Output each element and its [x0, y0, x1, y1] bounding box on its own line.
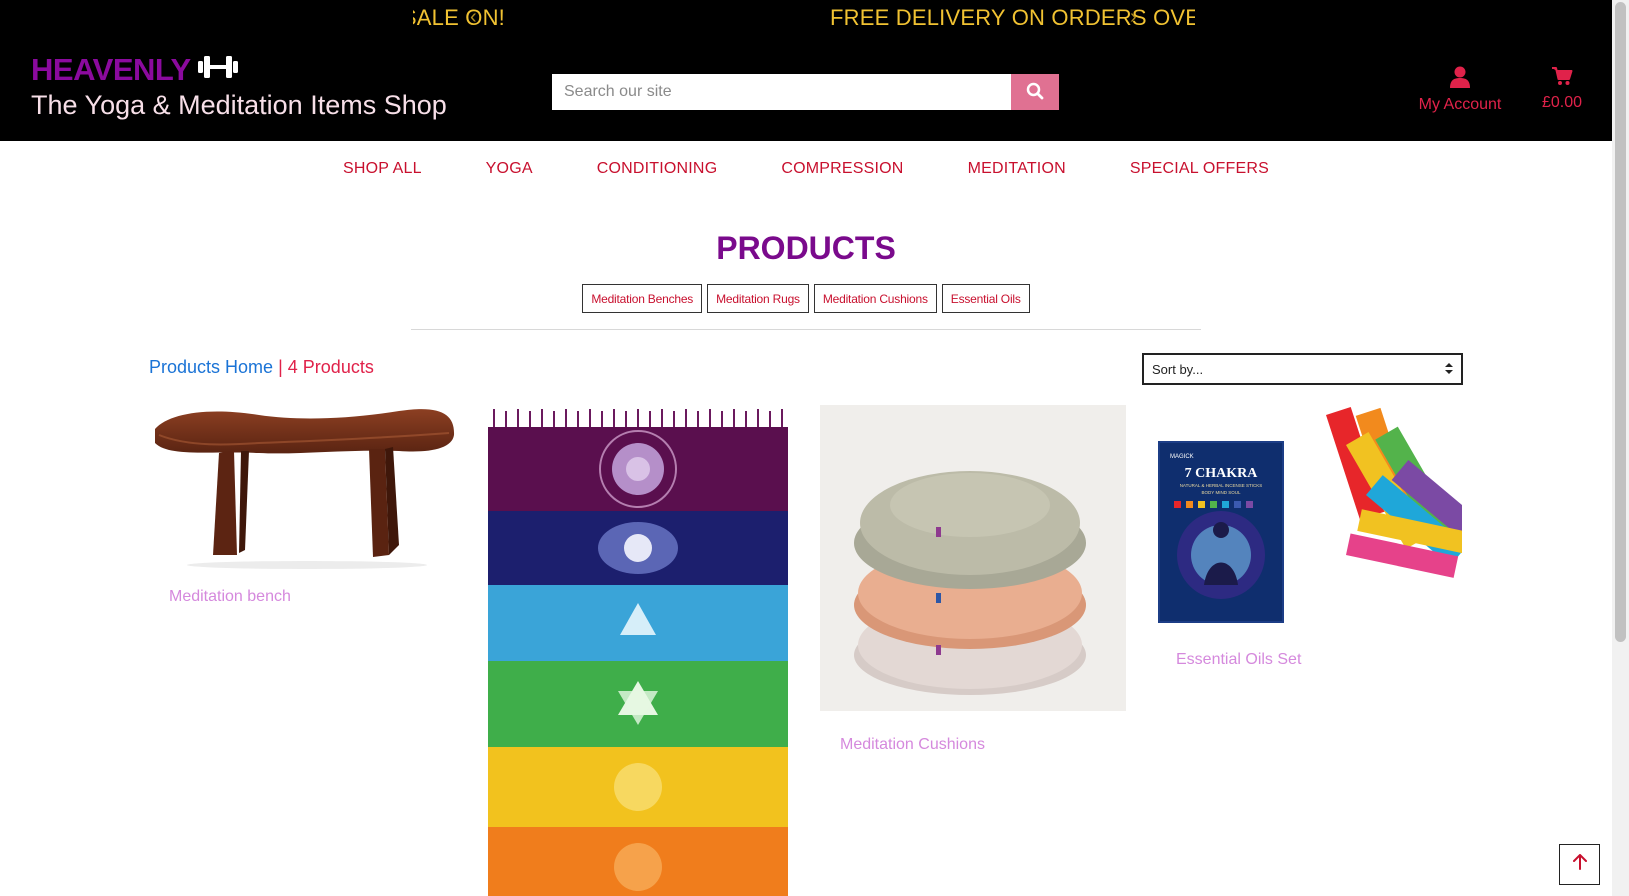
product-name[interactable]: Meditation bench	[169, 588, 291, 606]
page: WE'RE HAVING A SALE ON! ‹ FREE DELIVERY …	[0, 0, 1629, 896]
chevron-right-icon[interactable]: ›	[1130, 6, 1137, 29]
product-card[interactable]: Meditation Cushions	[820, 405, 1126, 755]
main-nav: SHOP ALL YOGA CONDITIONING COMPRESSION M…	[0, 141, 1612, 197]
category-meditation-cushions[interactable]: Meditation Cushions	[813, 284, 937, 313]
cart-icon	[1535, 66, 1589, 91]
oils-box-brand: MAGICK	[1170, 454, 1194, 460]
sort-select-value: Sort by...	[1152, 361, 1204, 377]
search-button[interactable]	[1011, 74, 1059, 110]
oils-box-subtitle: NATURAL & HERBAL INCENSE STICKS	[1180, 483, 1263, 488]
nav-item-compression[interactable]: COMPRESSION	[781, 160, 903, 178]
oils-box-subtitle-2: BODY MIND SOUL	[1202, 490, 1241, 495]
brand-logo[interactable]: HEAVENLY	[31, 52, 239, 88]
nav-item-conditioning[interactable]: CONDITIONING	[597, 160, 718, 178]
cart-link[interactable]: £0.00	[1535, 66, 1589, 112]
promo-banner: WE'RE HAVING A SALE ON! ‹ FREE DELIVERY …	[0, 0, 1612, 36]
product-name[interactable]: Meditation Cushions	[840, 736, 985, 754]
product-name[interactable]: Essential Oils Set	[1176, 651, 1301, 669]
category-meditation-rugs[interactable]: Meditation Rugs	[707, 284, 809, 313]
product-count: 4 Products	[287, 357, 374, 377]
breadcrumb: Products Home | 4 Products	[149, 357, 374, 378]
my-account-label: My Account	[1418, 96, 1502, 113]
dumbbell-icon	[197, 52, 239, 88]
product-card[interactable]: Meditation bench	[149, 405, 455, 615]
brand-name: HEAVENLY	[31, 52, 191, 87]
oils-box-title: 7 CHAKRA	[1185, 466, 1259, 481]
chevron-left-icon[interactable]: ‹	[470, 6, 477, 29]
product-image-meditation-bench[interactable]	[149, 405, 455, 570]
page-title: PRODUCTS	[716, 230, 896, 266]
brand-tagline: The Yoga & Meditation Items Shop	[31, 90, 447, 120]
search-input[interactable]	[552, 74, 1011, 110]
product-image-meditation-cushions[interactable]	[820, 405, 1126, 711]
nav-item-special-offers[interactable]: SPECIAL OFFERS	[1130, 160, 1269, 178]
arrow-up-icon	[1572, 854, 1587, 875]
breadcrumb-products-home[interactable]: Products Home	[149, 357, 273, 377]
nav-item-meditation[interactable]: MEDITATION	[968, 160, 1066, 178]
banner-slide-right: FREE DELIVERY ON ORDERS OVER	[830, 0, 1195, 36]
nav-item-yoga[interactable]: YOGA	[486, 160, 533, 178]
site-header: HEAVENLY The Yoga & Meditation Items Sho…	[0, 36, 1612, 141]
sort-caret-icon	[1445, 362, 1453, 376]
sort-select[interactable]: Sort by...	[1142, 353, 1463, 385]
search-form	[552, 74, 1059, 110]
product-card[interactable]	[485, 405, 791, 896]
nav-item-shop-all[interactable]: SHOP ALL	[343, 160, 422, 178]
category-essential-oils[interactable]: Essential Oils	[941, 284, 1030, 313]
product-image-essential-oils-set[interactable]: MAGICK 7 CHAKRA NATURAL & HERBAL INCENSE…	[1156, 405, 1462, 631]
banner-message-right: FREE DELIVERY ON ORDERS OVER	[830, 5, 1195, 30]
divider	[411, 329, 1201, 330]
search-icon	[1026, 82, 1044, 103]
user-icon	[1415, 66, 1505, 93]
category-filters: Meditation Benches Meditation Rugs Medit…	[0, 284, 1612, 313]
banner-slide-left: WE'RE HAVING A SALE ON!	[413, 0, 505, 36]
breadcrumb-separator: |	[278, 357, 283, 377]
product-card[interactable]: MAGICK 7 CHAKRA NATURAL & HERBAL INCENSE…	[1156, 405, 1462, 675]
page-scrollbar[interactable]	[1612, 0, 1629, 896]
cart-total: £0.00	[1541, 94, 1583, 111]
scrollbar-thumb[interactable]	[1615, 2, 1626, 642]
category-meditation-benches[interactable]: Meditation Benches	[582, 284, 703, 313]
product-image-meditation-rug[interactable]	[488, 409, 788, 896]
banner-message-left: WE'RE HAVING A SALE ON!	[413, 5, 505, 30]
my-account-link[interactable]: My Account	[1415, 66, 1505, 114]
back-to-top-button[interactable]	[1559, 844, 1600, 885]
